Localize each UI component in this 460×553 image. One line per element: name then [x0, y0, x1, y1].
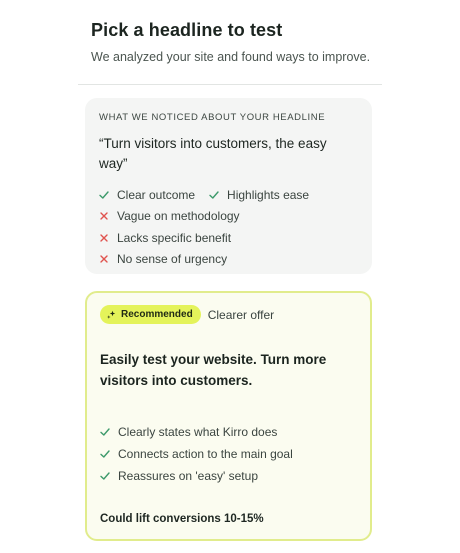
positives-row: Clear outcome Highlights ease	[99, 184, 358, 206]
list-item: Clear outcome	[99, 188, 195, 202]
list-item-label: Connects action to the main goal	[118, 447, 293, 461]
check-icon	[209, 190, 219, 200]
list-item: Connects action to the main goal	[100, 443, 357, 465]
list-item-label: Lacks specific benefit	[117, 230, 232, 245]
x-icon	[99, 233, 109, 243]
notice-label: WHAT WE NOTICED ABOUT YOUR HEADLINE	[99, 112, 326, 123]
recommendation-tag: Clearer offer	[207, 307, 275, 322]
list-item: Reassures on 'easy' setup	[100, 465, 357, 487]
divider	[78, 84, 382, 85]
list-item: No sense of urgency	[99, 249, 358, 271]
x-icon	[99, 211, 109, 221]
list-item-label: Vague on methodology	[117, 209, 240, 224]
list-item-label: Highlights ease	[227, 187, 310, 202]
recommended-headline: Easily test your website. Turn more visi…	[100, 352, 327, 388]
list-item: Highlights ease	[209, 188, 309, 202]
list-item: Clearly states what Kirro does	[100, 421, 357, 443]
page-subtitle: We analyzed your site and found ways to …	[91, 50, 371, 64]
page-title: Pick a headline to test	[91, 20, 283, 40]
list-item-label: Clear outcome	[117, 187, 196, 202]
recommended-badge: Recommended	[100, 305, 201, 324]
recommendation-points: Clearly states what Kirro does Connects …	[100, 421, 357, 487]
current-headline-card[interactable]: WHAT WE NOTICED ABOUT YOUR HEADLINE “Tur…	[85, 98, 372, 274]
recommended-badge-label: Recommended	[121, 309, 193, 320]
sparkle-icon	[106, 310, 116, 320]
recommended-headline-card[interactable]: Recommended Clearer offer Easily test yo…	[85, 291, 372, 541]
check-icon	[100, 427, 110, 437]
list-item-label: No sense of urgency	[117, 252, 228, 267]
rec-header: Recommended Clearer offer	[100, 305, 357, 324]
x-icon	[99, 254, 109, 264]
headline-picker: Pick a headline to test We analyzed your…	[0, 0, 460, 553]
list-item: Lacks specific benefit	[99, 227, 358, 249]
conversion-lift: Could lift conversions 10-15%	[100, 513, 264, 525]
list-item-label: Clearly states what Kirro does	[118, 425, 278, 439]
check-icon	[100, 449, 110, 459]
feedback-list: Clear outcome Highlights ease Vague on m…	[99, 184, 358, 270]
list-item-label: Reassures on 'easy' setup	[118, 469, 258, 483]
current-headline: “Turn visitors into customers, the easy …	[99, 136, 327, 171]
header: Pick a headline to test We analyzed your…	[91, 20, 391, 64]
list-item: Vague on methodology	[99, 206, 358, 228]
check-icon	[99, 190, 109, 200]
check-icon	[100, 471, 110, 481]
